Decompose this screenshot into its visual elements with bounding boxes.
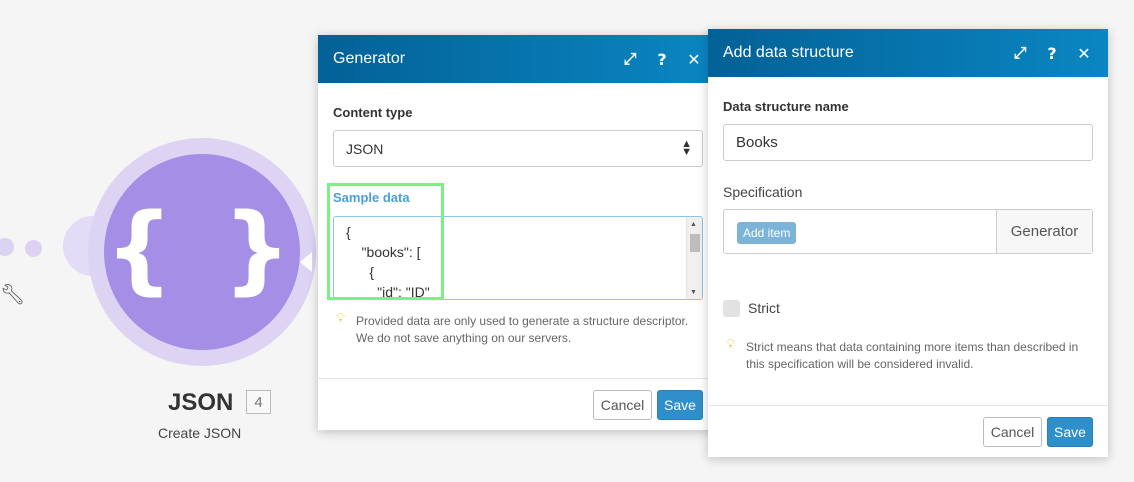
save-button[interactable]: Save — [1047, 417, 1093, 447]
lightbulb-icon: 💡︎ — [336, 311, 346, 326]
content-type-label: Content type — [333, 105, 413, 120]
generator-hint: Provided data are only used to generate … — [356, 314, 689, 345]
connector-dot — [25, 240, 42, 257]
scroll-thumb[interactable] — [690, 234, 700, 252]
close-icon[interactable]: ✕ — [1068, 44, 1100, 63]
help-icon[interactable]: ? — [646, 50, 678, 69]
generator-dialog: Generator ⤢ ? ✕ Content type JSON ▲ ▼ Sam… — [318, 35, 718, 430]
structure-name-input[interactable]: Books — [723, 124, 1093, 161]
content-type-select[interactable]: JSON ▲ ▼ — [333, 130, 703, 167]
add-data-structure-dialog: Add data structure ⤢ ? ✕ Data structure … — [708, 29, 1108, 457]
strict-checkbox[interactable] — [723, 300, 740, 317]
cancel-button[interactable]: Cancel — [593, 390, 652, 420]
sample-data-content: { "books": [ { "id": "ID" — [346, 224, 430, 300]
wrench-icon[interactable]: 🔧︎ — [0, 282, 25, 306]
help-icon[interactable]: ? — [1036, 44, 1068, 63]
panel-pointer — [708, 231, 718, 247]
scroll-up-icon[interactable]: ▲ — [690, 221, 697, 228]
module-title: JSON — [168, 389, 234, 416]
textarea-scrollbar[interactable]: ▲ ▼ — [686, 217, 702, 299]
generator-title: Generator — [333, 50, 406, 67]
sample-data-textarea[interactable]: { "books": [ { "id": "ID" ▲ ▼ — [333, 216, 703, 300]
cancel-button[interactable]: Cancel — [983, 417, 1042, 447]
add-item-button[interactable]: Add item — [737, 222, 797, 244]
close-icon[interactable]: ✕ — [678, 50, 710, 69]
generator-footer: Cancel Save — [318, 378, 718, 430]
braces-icon: { } — [104, 193, 300, 305]
specification-label: Specification — [723, 184, 803, 200]
json-module[interactable]: { } — [104, 154, 300, 350]
scroll-down-icon[interactable]: ▼ — [690, 289, 697, 296]
module-pointer — [300, 252, 312, 272]
content-type-value: JSON — [346, 140, 384, 157]
save-button[interactable]: Save — [657, 390, 703, 420]
data-structure-title: Add data structure — [723, 44, 854, 61]
expand-icon[interactable]: ⤢ — [614, 49, 646, 69]
data-structure-header: Add data structure ⤢ ? ✕ — [708, 29, 1108, 77]
connector-dot — [0, 238, 14, 256]
structure-name-label: Data structure name — [723, 99, 849, 114]
module-subtitle: Create JSON — [158, 425, 242, 441]
module-id-badge: 4 — [246, 390, 271, 414]
data-structure-footer: Cancel Save — [708, 405, 1108, 457]
lightbulb-icon: 💡︎ — [726, 337, 736, 352]
sample-data-label: Sample data — [333, 190, 410, 205]
expand-icon[interactable]: ⤢ — [1004, 43, 1036, 63]
strict-hint: Strict means that data containing more i… — [746, 340, 1079, 371]
generator-button[interactable]: Generator — [996, 210, 1092, 253]
select-arrows-icon: ▲ ▼ — [681, 138, 692, 158]
specification-box: Add item Generator — [723, 209, 1093, 254]
strict-label: Strict — [748, 300, 780, 316]
generator-header: Generator ⤢ ? ✕ — [318, 35, 718, 83]
